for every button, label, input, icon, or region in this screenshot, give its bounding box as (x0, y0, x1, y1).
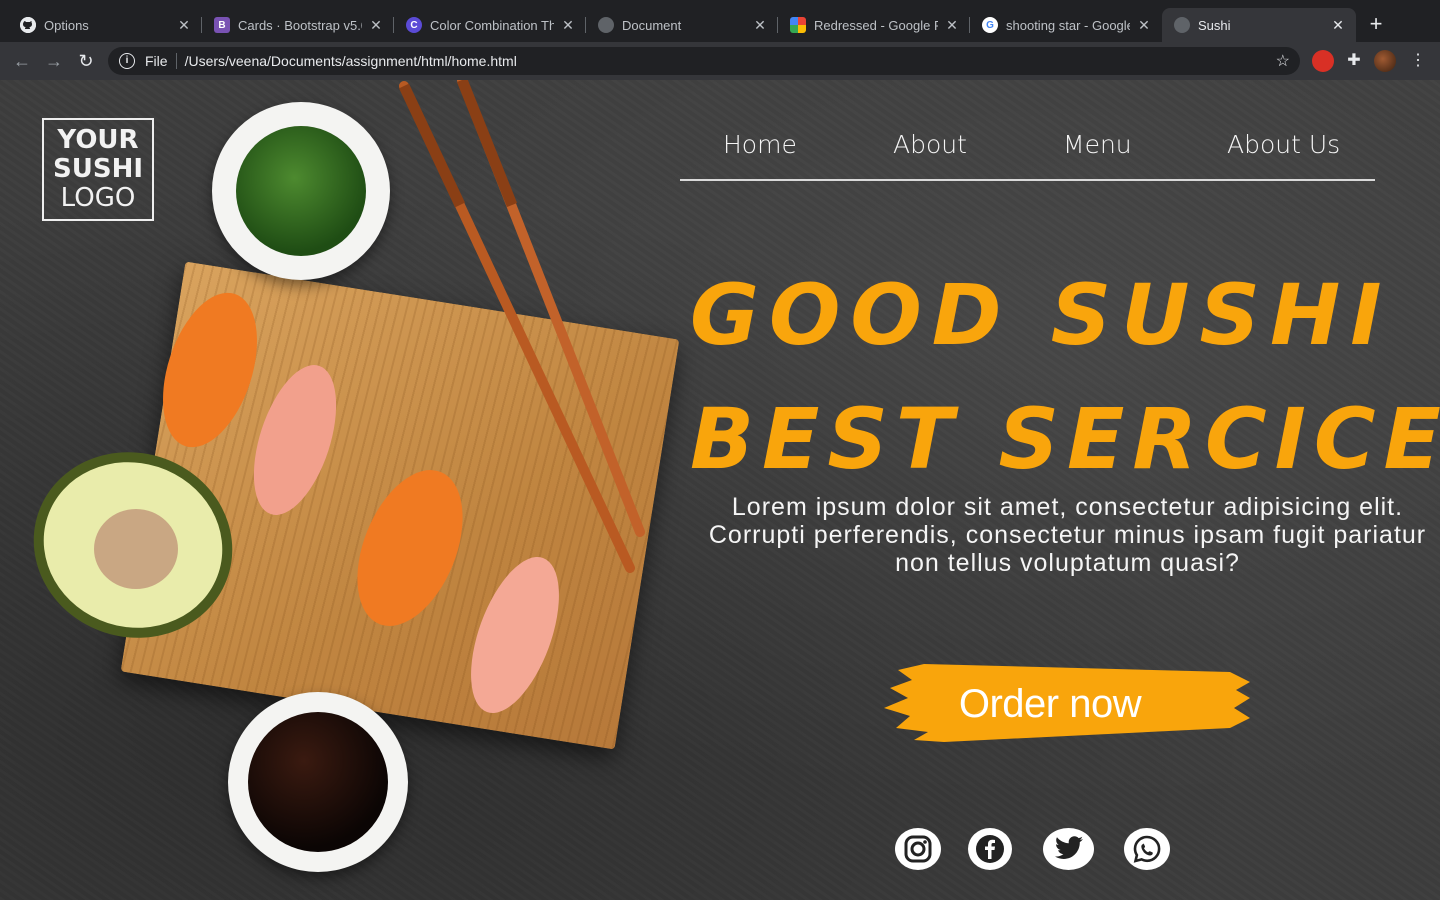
close-icon[interactable]: ✕ (944, 17, 960, 34)
sushi-landing-page: YOUR SUSHI LOGO Home About Menu About Us… (0, 80, 1440, 900)
hero-description: Lorem ipsum dolor sit amet, consectetur … (708, 493, 1427, 577)
address-bar[interactable]: i File /Users/veena/Documents/assignment… (108, 47, 1300, 75)
close-icon[interactable]: ✕ (1136, 17, 1152, 34)
order-now-button[interactable]: Order now (884, 658, 1250, 748)
github-icon (20, 17, 36, 33)
logo-line: YOUR (57, 125, 139, 155)
new-tab-button[interactable]: + (1364, 13, 1388, 37)
globe-icon (1174, 17, 1190, 33)
browser-tab[interactable]: Options ✕ (8, 8, 202, 42)
info-icon[interactable]: i (119, 53, 135, 69)
browser-tab[interactable]: Redressed - Google Fo ✕ (778, 8, 970, 42)
whatsapp-icon[interactable] (1124, 828, 1170, 870)
reload-icon[interactable]: ↻ (75, 50, 97, 72)
tab-title: Redressed - Google Fo (814, 17, 938, 33)
bookmark-star-icon[interactable]: ☆ (1276, 51, 1290, 71)
logo-line: SUSHI (53, 154, 143, 184)
instagram-icon[interactable] (895, 828, 941, 870)
seaweed-bowl-image (212, 102, 390, 280)
tab-title: Document (622, 17, 682, 33)
nav-link-about[interactable]: About (893, 130, 967, 159)
canva-icon: C (406, 17, 422, 33)
tab-title: shooting star - Google (1006, 17, 1130, 33)
bootstrap-icon: B (214, 17, 230, 33)
close-icon[interactable]: ✕ (560, 17, 576, 34)
google-icon: G (982, 17, 998, 33)
browser-tab[interactable]: B Cards · Bootstrap v5.0 ✕ (202, 8, 394, 42)
url-text[interactable]: /Users/veena/Documents/assignment/html/h… (185, 53, 517, 69)
logo-line: LOGO (60, 183, 136, 213)
browser-tab-strip: Options ✕ B Cards · Bootstrap v5.0 ✕ C C… (0, 0, 1440, 42)
main-nav: Home About Menu About Us (680, 128, 1375, 181)
tab-title: Options (44, 17, 89, 33)
address-divider (175, 53, 177, 69)
menu-kebab-icon[interactable]: ⋮ (1408, 50, 1428, 72)
back-icon[interactable]: ← (11, 50, 33, 72)
globe-icon (598, 17, 614, 33)
browser-tab[interactable]: Document ✕ (586, 8, 778, 42)
close-icon[interactable]: ✕ (176, 17, 192, 34)
order-now-label: Order now (958, 682, 1142, 726)
scheme-label: File (145, 53, 168, 69)
close-icon[interactable]: ✕ (752, 17, 768, 34)
tab-title: Sushi (1198, 17, 1231, 33)
nav-link-menu[interactable]: Menu (1063, 130, 1132, 159)
soy-sauce-bowl-image (228, 692, 408, 872)
browser-tab-active[interactable]: Sushi ✕ (1162, 8, 1356, 42)
extensions-puzzle-icon[interactable]: ✚ (1344, 50, 1364, 72)
hero-headline: GOOD SUSHI (690, 266, 1392, 364)
browser-tab[interactable]: C Color Combination Th ✕ (394, 8, 586, 42)
hero-headline: BEST SERCICE (690, 390, 1440, 488)
tab-title: Color Combination Th (430, 17, 554, 33)
twitter-icon[interactable] (1043, 828, 1094, 870)
close-icon[interactable]: ✕ (1330, 17, 1346, 34)
sushi-pieces-image (163, 292, 559, 714)
site-logo[interactable]: YOUR SUSHI LOGO (42, 118, 154, 221)
profile-avatar[interactable] (1374, 50, 1396, 72)
browser-tab[interactable]: G shooting star - Google ✕ (970, 8, 1162, 42)
forward-icon[interactable]: → (43, 50, 65, 72)
close-icon[interactable]: ✕ (368, 17, 384, 34)
nav-link-home[interactable]: Home (723, 130, 797, 159)
facebook-icon[interactable] (968, 828, 1012, 870)
browser-toolbar: ← → ↻ i File /Users/veena/Documents/assi… (0, 42, 1440, 80)
nav-link-about-us[interactable]: About Us (1227, 130, 1340, 159)
adblock-extension-icon[interactable] (1312, 50, 1334, 72)
google-fonts-icon (790, 17, 806, 33)
tab-title: Cards · Bootstrap v5.0 (238, 17, 362, 33)
